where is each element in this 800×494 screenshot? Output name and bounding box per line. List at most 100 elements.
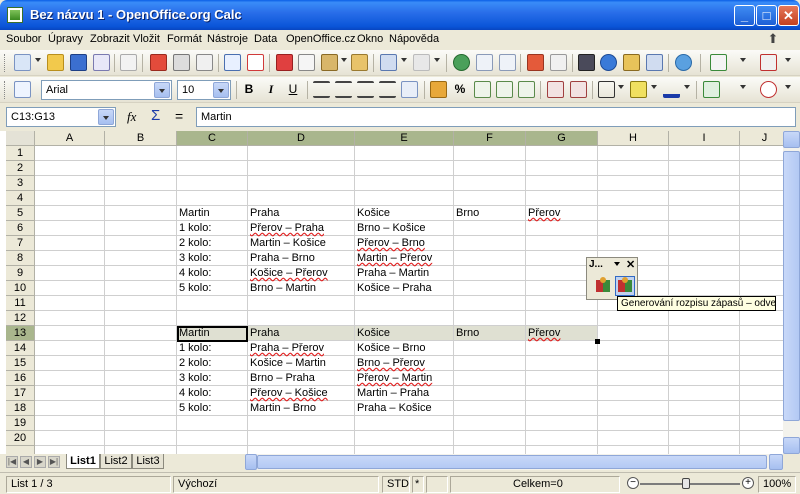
new-dropdown-icon[interactable] xyxy=(35,58,41,62)
redo-dropdown-icon[interactable] xyxy=(434,58,440,62)
increase-indent-icon[interactable] xyxy=(570,81,587,98)
find-replace-icon[interactable] xyxy=(578,54,595,71)
column-header-f[interactable]: F xyxy=(454,131,526,146)
page-preview-icon[interactable] xyxy=(196,54,213,71)
zoom-out-button[interactable]: − xyxy=(627,477,639,489)
column-header-b[interactable]: B xyxy=(105,131,177,146)
cell-e5[interactable]: Košice xyxy=(355,206,390,221)
toolbar-overflow-icon[interactable] xyxy=(740,58,746,62)
cell-e10[interactable]: Košice – Praha xyxy=(355,281,432,296)
cell-d6[interactable]: Přerov – Praha xyxy=(248,221,324,236)
paste-icon[interactable] xyxy=(321,54,338,71)
cell-c5[interactable]: Martin xyxy=(177,206,210,221)
toolbar-overflow-icon-4[interactable] xyxy=(785,85,791,89)
chevron-down-icon[interactable] xyxy=(154,82,170,98)
cell-c17[interactable]: 4 kolo: xyxy=(177,386,211,401)
undo-icon[interactable] xyxy=(380,54,397,71)
open-icon[interactable] xyxy=(47,54,64,71)
row-header-19[interactable]: 19 xyxy=(6,416,35,431)
percent-format-button[interactable]: % xyxy=(451,82,469,96)
row-header-15[interactable]: 15 xyxy=(6,356,35,371)
borders-icon[interactable] xyxy=(598,81,615,98)
row-header-6[interactable]: 6 xyxy=(6,221,35,236)
data-sources-icon[interactable] xyxy=(646,54,663,71)
gallery-icon[interactable] xyxy=(623,54,640,71)
cell-e9[interactable]: Praha – Martin xyxy=(355,266,429,281)
row-header-20[interactable]: 20 xyxy=(6,431,35,446)
cell-e13[interactable]: Košice xyxy=(355,326,390,341)
scroll-up-button[interactable] xyxy=(783,131,800,148)
row-header-1[interactable]: 1 xyxy=(6,146,35,161)
row-header-12[interactable]: 12 xyxy=(6,311,35,326)
horizontal-scroll-thumb[interactable] xyxy=(257,455,767,469)
cell-e14[interactable]: Košice – Brno xyxy=(355,341,425,356)
merge-cells-icon[interactable] xyxy=(401,81,418,98)
horizontal-scrollbar[interactable] xyxy=(245,454,783,470)
format-paintbrush-icon[interactable] xyxy=(351,54,368,71)
underline-button[interactable]: U xyxy=(284,82,302,96)
justify-icon[interactable] xyxy=(379,81,396,98)
next-sheet-button[interactable]: ▶ xyxy=(34,456,46,468)
row-header-partial[interactable] xyxy=(6,446,35,454)
undo-dropdown-icon[interactable] xyxy=(401,58,407,62)
cell-d10[interactable]: Brno – Martin xyxy=(248,281,316,296)
row-header-8[interactable]: 8 xyxy=(6,251,35,266)
paste-dropdown-icon[interactable] xyxy=(341,58,347,62)
sheet-tab-list2[interactable]: List2 xyxy=(100,454,132,469)
email-icon[interactable] xyxy=(93,54,110,71)
cell-e8[interactable]: Martin – Přerov xyxy=(355,251,432,266)
column-header-e[interactable]: E xyxy=(355,131,454,146)
cell-e6[interactable]: Brno – Košice xyxy=(355,221,425,236)
menu-upravy[interactable]: Úpravy xyxy=(48,33,83,45)
function-icon[interactable]: = xyxy=(175,108,183,124)
cell-f13[interactable]: Brno xyxy=(454,326,479,341)
selection-mode[interactable]: STD xyxy=(382,476,410,493)
page-style[interactable]: Výchozí xyxy=(173,476,379,493)
cell-c15[interactable]: 2 kolo: xyxy=(177,356,211,371)
spreadsheet-grid[interactable]: A B C D E F G H I J 1 2 3 4 5 6 7 8 9 10 11 12 13 14 15 16 17 18 19 2… xyxy=(0,131,783,454)
column-header-c[interactable]: C xyxy=(177,131,248,146)
cell-c14[interactable]: 1 kolo: xyxy=(177,341,211,356)
row-header-14[interactable]: 14 xyxy=(6,341,35,356)
sheet-tab-list3[interactable]: List3 xyxy=(132,454,164,469)
extension-stopwatch-icon[interactable] xyxy=(760,81,777,98)
zoom-slider-handle[interactable] xyxy=(682,478,690,489)
formula-input[interactable]: Martin xyxy=(196,107,796,127)
vertical-scroll-thumb[interactable] xyxy=(783,151,800,421)
cell-d8[interactable]: Praha – Brno xyxy=(248,251,315,266)
row-header-10[interactable]: 10 xyxy=(6,281,35,296)
spellcheck-icon[interactable] xyxy=(224,54,241,71)
column-header-g[interactable]: G xyxy=(526,131,598,146)
chevron-down-icon[interactable] xyxy=(614,262,620,266)
align-center-icon[interactable] xyxy=(335,81,352,98)
row-header-3[interactable]: 3 xyxy=(6,176,35,191)
column-header-h[interactable]: H xyxy=(598,131,669,146)
font-name-combo[interactable]: Arial xyxy=(41,80,172,100)
background-color-icon[interactable] xyxy=(630,81,647,98)
menu-zobrazit[interactable]: Zobrazit xyxy=(90,33,130,45)
row-header-5[interactable]: 5 xyxy=(6,206,35,221)
redo-icon[interactable] xyxy=(413,54,430,71)
zoom-in-button[interactable]: + xyxy=(742,477,754,489)
font-size-combo[interactable]: 10 xyxy=(177,80,231,100)
row-header-9[interactable]: 9 xyxy=(6,266,35,281)
update-icon[interactable]: ⬆ xyxy=(764,31,782,47)
zoom-slider[interactable] xyxy=(640,483,740,485)
background-dropdown-icon[interactable] xyxy=(651,85,657,89)
column-header-a[interactable]: A xyxy=(35,131,105,146)
cell-d17[interactable]: Přerov – Košice xyxy=(248,386,328,401)
standard-format-icon[interactable] xyxy=(474,81,491,98)
cell-d5[interactable]: Praha xyxy=(248,206,279,221)
close-button[interactable]: ✕ xyxy=(778,5,799,26)
edit-file-icon[interactable] xyxy=(120,54,137,71)
cell-e7[interactable]: Přerov – Brno xyxy=(355,236,425,251)
menu-format[interactable]: Formát xyxy=(167,33,202,45)
vertical-scrollbar[interactable] xyxy=(783,131,800,454)
cell-c7[interactable]: 2 kolo: xyxy=(177,236,211,251)
column-header-i[interactable]: I xyxy=(669,131,740,146)
chevron-down-icon[interactable] xyxy=(213,82,229,98)
fill-handle[interactable] xyxy=(595,339,600,344)
scroll-left-button[interactable] xyxy=(245,454,257,470)
sort-descending-icon[interactable] xyxy=(499,54,516,71)
menu-soubor[interactable]: Soubor xyxy=(6,33,41,45)
